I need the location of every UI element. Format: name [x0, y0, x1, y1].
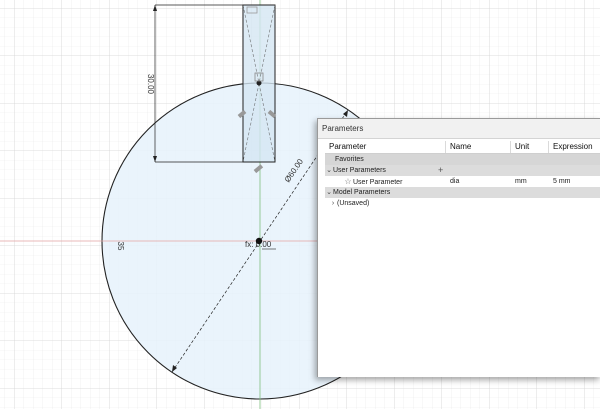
model-parameters-group[interactable]: ⌄Model Parameters — [325, 187, 600, 198]
column-expression[interactable]: Expression — [549, 141, 600, 153]
chevron-right-icon[interactable]: › — [329, 198, 337, 209]
model-parameter-label: (Unsaved) — [337, 200, 370, 207]
plus-icon[interactable]: + — [438, 165, 443, 176]
chevron-down-icon[interactable]: ⌄ — [325, 187, 333, 198]
chevron-down-icon[interactable]: ⌄ — [325, 165, 333, 176]
user-parameters-label: User Parameters — [333, 167, 386, 174]
user-parameters-group[interactable]: ⌄User Parameters + — [325, 165, 600, 176]
column-unit[interactable]: Unit — [511, 141, 549, 153]
column-parameter[interactable]: Parameter — [325, 141, 446, 153]
table-row[interactable]: › (Unsaved) — [325, 198, 600, 209]
parameters-dialog[interactable]: Parameters Parameter Name Unit Expressio… — [317, 118, 600, 377]
user-parameter-name[interactable]: dia — [446, 176, 511, 187]
star-icon[interactable]: ☆ — [343, 176, 353, 187]
user-parameter-unit[interactable]: mm — [511, 176, 549, 187]
table-row[interactable]: ☆User Parameter dia mm 5 mm — [325, 176, 600, 187]
center-point[interactable] — [255, 237, 263, 245]
dimension-left[interactable]: 35 — [116, 242, 125, 251]
parameters-table-header: Parameter Name Unit Expression — [325, 141, 600, 154]
favorites-group[interactable]: Favorites — [325, 154, 600, 165]
favorites-label: Favorites — [335, 156, 364, 163]
column-name[interactable]: Name — [446, 141, 511, 153]
dialog-title: Parameters — [318, 119, 600, 139]
user-parameter-expression[interactable]: 5 mm — [549, 176, 600, 187]
user-parameter-label: User Parameter — [353, 179, 403, 186]
dimension-rect-height[interactable]: 30.00 — [146, 74, 155, 95]
model-parameters-label: Model Parameters — [333, 189, 391, 196]
